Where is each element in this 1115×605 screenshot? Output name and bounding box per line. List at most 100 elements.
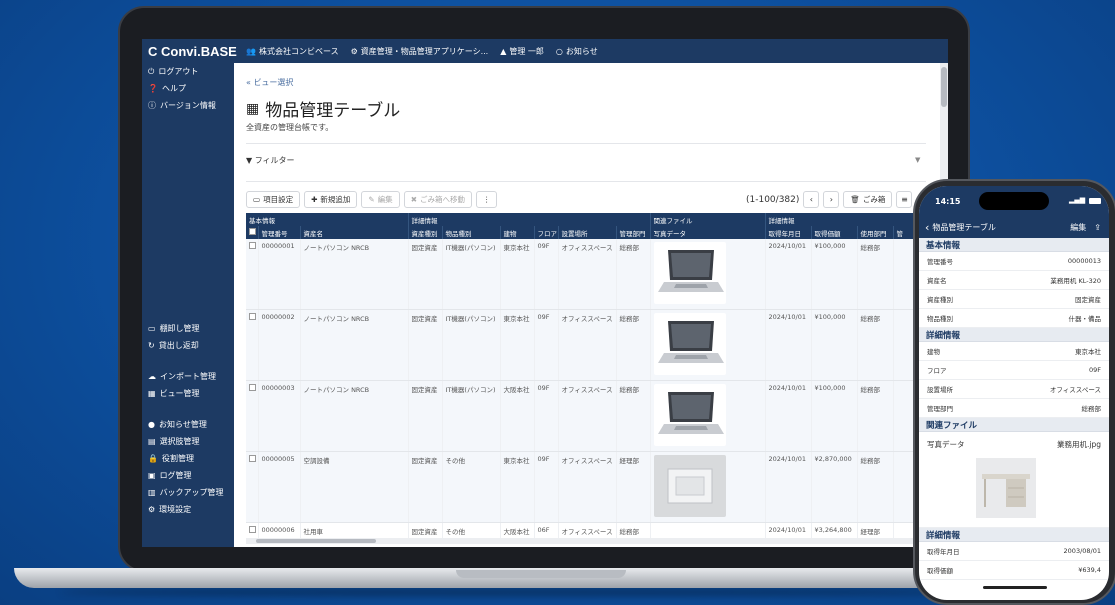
sidebar-item-import[interactable]: ☁ インポート管理 bbox=[142, 368, 234, 385]
detail-row: 管理番号 00000013 bbox=[919, 252, 1109, 271]
column-settings-button[interactable]: ▭ 項目設定 bbox=[246, 191, 301, 208]
sidebar-item-roles[interactable]: 🔒 役割管理 bbox=[142, 450, 234, 467]
back-button[interactable]: ‹ bbox=[919, 221, 929, 234]
photo-cell bbox=[650, 309, 766, 381]
table-row[interactable]: 00000002 ノートパソコン NRCB 固定資産 IT機器(パソコン) 東京本社 09… bbox=[246, 309, 941, 381]
laptop-photo bbox=[653, 384, 726, 446]
phone-screen: 14:15 ▂▄▆ ‹ 物品管理テーブル 編集 ⇪ 基本情報 管理番号 00000… bbox=[919, 186, 1109, 600]
scrollbar-thumb[interactable] bbox=[256, 539, 376, 543]
column-header[interactable]: 管理部門 bbox=[616, 226, 651, 239]
column-header[interactable]: 使用部門 bbox=[857, 226, 894, 239]
desk-photo bbox=[976, 458, 1036, 518]
table-row[interactable]: 00000001 ノートパソコン NRCB 固定資産 IT機器(パソコン) 東京本社 09… bbox=[246, 239, 941, 310]
app-logo[interactable]: C Convi.BASE bbox=[142, 44, 237, 59]
sidebar-item-version[interactable]: ⓘ バージョン情報 bbox=[142, 97, 234, 114]
app-menu[interactable]: ⚙ 資産管理・物品管理アプリケーシ... bbox=[351, 46, 489, 57]
move-to-trash-button[interactable]: ✖ ごみ箱へ移動 bbox=[403, 191, 472, 208]
table-cell: 総務部 bbox=[616, 309, 651, 381]
company-menu[interactable]: 👥 株式会社コンビベース bbox=[246, 46, 339, 57]
photo-cell bbox=[650, 451, 766, 523]
sidebar-item-help[interactable]: ❓ ヘルプ bbox=[142, 80, 234, 97]
column-header[interactable]: 資産種別 bbox=[408, 226, 443, 239]
plus-icon: ✚ bbox=[311, 195, 318, 204]
select-all-checkbox[interactable] bbox=[246, 226, 259, 239]
chat-icon: ○ bbox=[555, 46, 563, 56]
section-header: 基本情報 bbox=[919, 238, 1109, 252]
cogs-icon: ⚙ bbox=[148, 505, 156, 514]
columns-icon: ▭ bbox=[253, 195, 261, 204]
divider bbox=[246, 181, 926, 182]
column-header[interactable]: 資産名 bbox=[300, 226, 409, 239]
filter-icon: ▼ bbox=[246, 156, 253, 165]
photo-block[interactable]: 写真データ 業務用机.jpg bbox=[919, 432, 1109, 528]
breadcrumb[interactable]: « ビュー選択 bbox=[246, 77, 293, 88]
row-checkbox[interactable] bbox=[246, 522, 259, 540]
table-cell: 大阪本社 bbox=[500, 522, 535, 540]
table-cell: 総務部 bbox=[616, 380, 651, 452]
table-cell: 09F bbox=[534, 380, 559, 452]
laptop-shadow bbox=[60, 588, 980, 596]
sidebar-item-settings[interactable]: ⚙ 環境設定 bbox=[142, 501, 234, 518]
photo-cell bbox=[650, 239, 766, 310]
sidebar-item-notices[interactable]: ● お知らせ管理 bbox=[142, 416, 234, 433]
table-cell: オフィススペース bbox=[558, 380, 617, 452]
row-checkbox[interactable] bbox=[246, 239, 259, 310]
table-cell: 固定資産 bbox=[408, 239, 443, 310]
filter-toggle[interactable]: ▼ フィルター bbox=[246, 155, 295, 166]
sidebar-item-logout[interactable]: ⏻ ログアウト bbox=[142, 63, 234, 80]
sidebar-item-inventory[interactable]: ▭ 棚卸し管理 bbox=[142, 320, 234, 337]
detail-row: 資産名 業務用机 KL-320 bbox=[919, 271, 1109, 290]
dynamic-island bbox=[979, 192, 1049, 210]
prev-page-button[interactable]: ‹ bbox=[803, 191, 820, 208]
detail-row: 物品種別 什器・備品 bbox=[919, 309, 1109, 328]
chevron-down-icon[interactable]: ▼ bbox=[915, 156, 920, 164]
sidebar-item-choices[interactable]: ▤ 選択肢管理 bbox=[142, 433, 234, 450]
trashbox-button[interactable]: 🗑 ごみ箱 bbox=[843, 191, 893, 208]
column-header[interactable]: 写真データ bbox=[650, 226, 766, 239]
more-button[interactable]: ⋮ bbox=[475, 191, 498, 208]
notice-menu[interactable]: ○ お知らせ bbox=[556, 46, 598, 57]
user-menu[interactable]: ▲ 管理 一郎 bbox=[500, 46, 544, 57]
scrollbar-thumb[interactable] bbox=[941, 67, 947, 107]
table-cell: 06F bbox=[534, 522, 559, 540]
column-header[interactable]: 建物 bbox=[500, 226, 535, 239]
table-cell: 東京本社 bbox=[500, 451, 535, 523]
cloud-icon: ☁ bbox=[148, 372, 156, 381]
sidebar-item-views[interactable]: ▦ ビュー管理 bbox=[142, 385, 234, 402]
table-row[interactable]: 00000006 社用車 固定資産 その他 大阪本社 06F オフィススペース 総務部 2024… bbox=[246, 522, 941, 540]
table-row[interactable]: 00000003 ノートパソコン NRCB 固定資産 IT機器(パソコン) 大阪本社 09… bbox=[246, 380, 941, 452]
row-checkbox[interactable] bbox=[246, 451, 259, 523]
column-header[interactable]: 取得価額 bbox=[811, 226, 858, 239]
sidebar-item-backup[interactable]: ▥ バックアップ管理 bbox=[142, 484, 234, 501]
edit-button[interactable]: 編集 bbox=[1070, 222, 1086, 233]
users-icon: 👥 bbox=[246, 46, 256, 56]
nav-title: 物品管理テーブル bbox=[932, 222, 996, 232]
share-icon[interactable]: ⇪ bbox=[1094, 223, 1101, 232]
table-cell: オフィススペース bbox=[558, 522, 617, 540]
menu-button[interactable]: ≡ bbox=[896, 191, 913, 208]
column-header[interactable]: 物品種別 bbox=[442, 226, 501, 239]
phone-status-bar: 14:15 ▂▄▆ bbox=[919, 186, 1109, 216]
detail-row: 資産種別 固定資産 bbox=[919, 290, 1109, 309]
row-checkbox[interactable] bbox=[246, 380, 259, 452]
column-header[interactable]: 管理番号 bbox=[258, 226, 301, 239]
sidebar-item-lending[interactable]: ↻ 貸出し返却 bbox=[142, 337, 234, 354]
table-cell: ¥100,000 bbox=[811, 239, 858, 310]
table-cell: ¥2,870,000 bbox=[811, 451, 858, 523]
column-header[interactable]: 取得年月日 bbox=[765, 226, 812, 239]
table-row[interactable]: 00000005 空調設備 固定資産 その他 東京本社 09F オフィススペース 経理部 202… bbox=[246, 451, 941, 523]
toolbar: ▭ 項目設定 ✚ 新規追加 ✎ 編集 ✖ ごみ箱へ移動 ⋮ bbox=[246, 191, 498, 208]
edit-button[interactable]: ✎ 編集 bbox=[361, 191, 400, 208]
phone-nav-bar: ‹ 物品管理テーブル 編集 ⇪ bbox=[919, 216, 1109, 238]
table-cell: その他 bbox=[442, 451, 501, 523]
sidebar: ⏻ ログアウト ❓ ヘルプ ⓘ バージョン情報 ▭ 棚卸し管理 ↻ 貸出し返却 ☁ インポー… bbox=[142, 63, 234, 547]
next-page-button[interactable]: › bbox=[823, 191, 840, 208]
grid-icon: ▦ bbox=[148, 389, 156, 398]
column-header[interactable]: フロア bbox=[534, 226, 559, 239]
horizontal-scrollbar[interactable] bbox=[246, 538, 932, 544]
row-checkbox[interactable] bbox=[246, 309, 259, 381]
column-header[interactable]: 設置場所 bbox=[558, 226, 617, 239]
add-new-button[interactable]: ✚ 新規追加 bbox=[304, 191, 358, 208]
sidebar-item-logs[interactable]: ▣ ログ管理 bbox=[142, 467, 234, 484]
